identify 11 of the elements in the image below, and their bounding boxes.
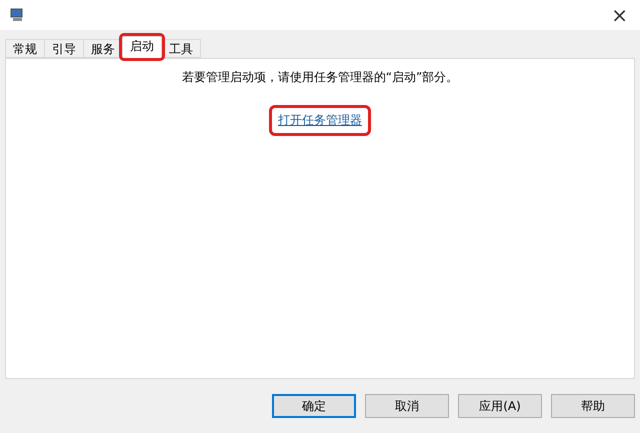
dialog-button[interactable]: 帮助 (551, 394, 635, 418)
dialog-button[interactable]: 确定 (272, 394, 356, 418)
tab[interactable]: 启动 (122, 36, 162, 58)
dialog-button[interactable]: 应用(A) (458, 394, 542, 418)
app-icon (10, 8, 24, 22)
close-button[interactable]: × (607, 3, 632, 27)
open-task-manager-link[interactable]: 打开任务管理器 (272, 108, 368, 133)
tab[interactable]: 常规 (5, 39, 45, 58)
dialog-button[interactable]: 取消 (365, 394, 449, 418)
tab[interactable]: 引导 (44, 39, 84, 58)
instruction-text: 若要管理启动项，请使用任务管理器的“启动”部分。 (182, 69, 458, 86)
